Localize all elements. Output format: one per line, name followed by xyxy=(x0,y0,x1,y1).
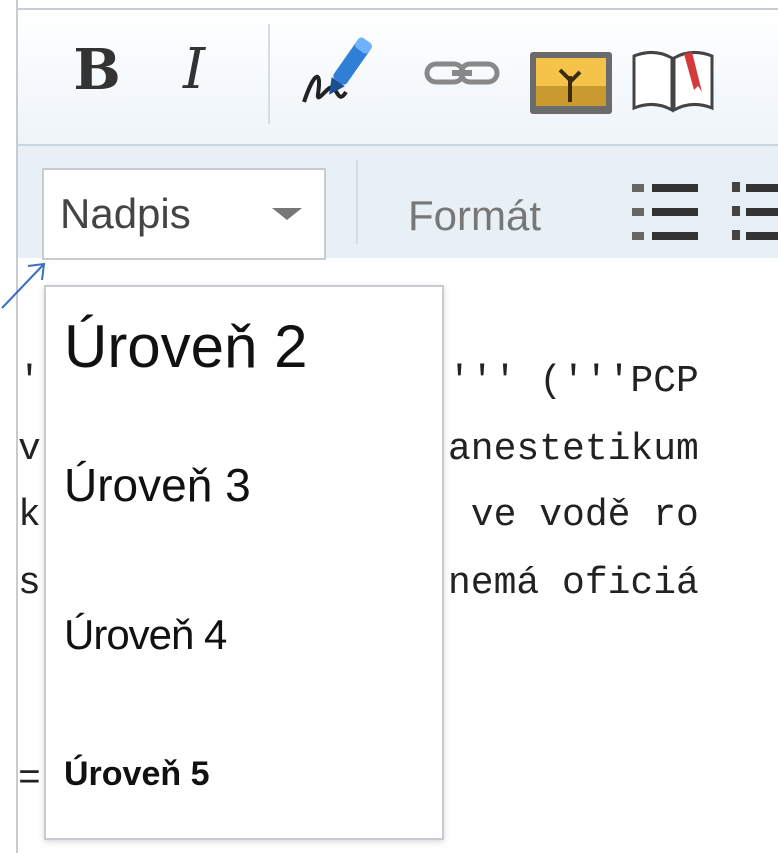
menu-item-heading-2[interactable]: Úroveň 2 xyxy=(64,307,307,387)
signature-icon[interactable] xyxy=(300,32,374,112)
heading-dropdown[interactable]: Nadpis xyxy=(42,168,326,260)
editor-line-text: anestetikum xyxy=(448,428,699,471)
editor-line-start: = xyxy=(18,758,41,801)
editor-line-text: nemá oficiá xyxy=(448,562,699,605)
toolbar-divider xyxy=(268,24,270,124)
editor-window: B I Nadpis Formát ' v k s = ''' ('''PCP … xyxy=(0,0,778,853)
italic-button[interactable]: I xyxy=(164,30,224,110)
menu-item-heading-4[interactable]: Úroveň 4 xyxy=(64,607,227,663)
image-icon[interactable] xyxy=(528,50,614,116)
editor-line-text: ''' ('''PCP xyxy=(448,360,699,403)
book-icon[interactable] xyxy=(628,46,718,114)
toolbar-secondary-row: Nadpis Formát xyxy=(18,146,778,260)
chevron-down-icon xyxy=(272,208,302,220)
editor-line-start: v xyxy=(18,428,41,471)
editor-line-text: ve vodě ro xyxy=(448,494,699,537)
editor-line-start: ' xyxy=(18,360,41,403)
format-button[interactable]: Formát xyxy=(408,192,541,240)
bullet-list-icon[interactable] xyxy=(630,176,700,248)
bold-button[interactable]: B xyxy=(62,30,132,110)
toolbar-main-row: B I xyxy=(18,10,778,144)
editor-toolbar: B I Nadpis Formát xyxy=(18,8,778,260)
heading-level-menu: Úroveň 2 Úroveň 3 Úroveň 4 Úroveň 5 xyxy=(44,285,444,840)
menu-item-heading-3[interactable]: Úroveň 3 xyxy=(64,455,251,515)
pointer-arrow-icon xyxy=(1,262,46,309)
heading-dropdown-label: Nadpis xyxy=(60,190,191,237)
toolbar-divider xyxy=(356,160,358,244)
menu-item-heading-5[interactable]: Úroveň 5 xyxy=(64,749,210,799)
editor-line-start: s xyxy=(18,562,41,605)
editor-line-start: k xyxy=(18,494,41,537)
link-icon[interactable] xyxy=(424,58,500,88)
numbered-list-icon[interactable] xyxy=(730,176,778,248)
